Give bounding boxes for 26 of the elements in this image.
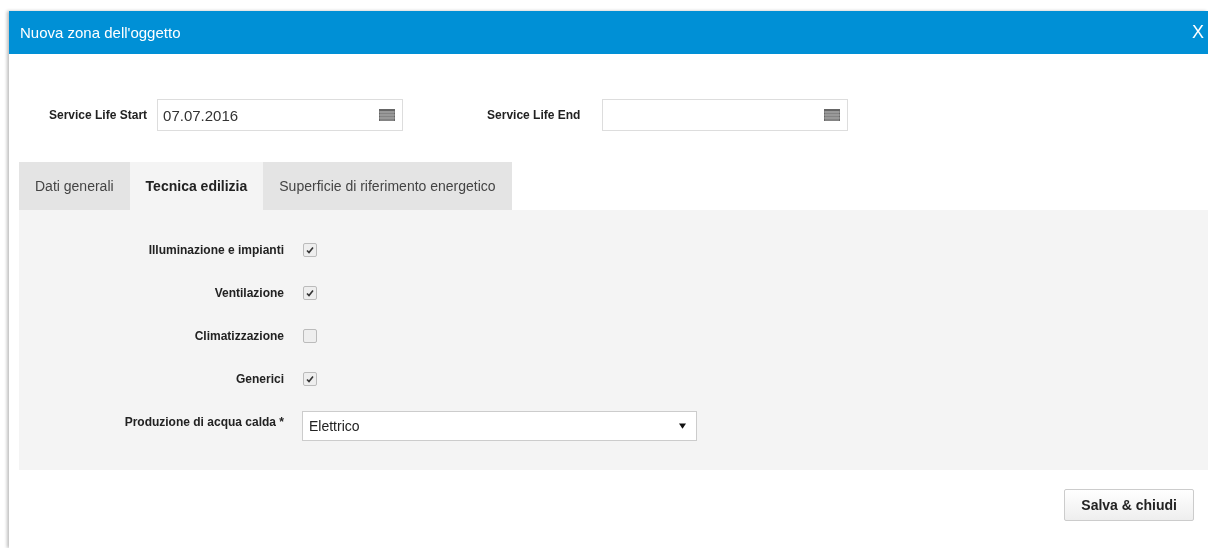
field-label: Illuminazione e impianti [147,242,284,257]
tab[interactable]: Tecnica edilizia [129,162,264,210]
close-button[interactable]: X [1188,22,1208,43]
field-label: Ventilazione [213,285,284,300]
calendar-icon[interactable] [379,109,396,121]
checkmark-icon [305,244,315,255]
date-label: Service Life Start [49,108,148,122]
checkmark-icon [305,287,315,298]
date-field[interactable]: 07.07.2016 [157,99,404,131]
checkbox[interactable] [303,242,317,257]
dropdown[interactable]: Elettrico [302,410,697,441]
checkbox[interactable] [303,285,317,300]
field-label: Produzione di acqua calda * [123,414,284,429]
tab[interactable]: Dati generali [19,162,130,210]
checkmark-icon [305,373,315,384]
field-label: Climatizzazione [193,328,284,343]
save-button[interactable]: Salva & chiudi [1064,489,1194,521]
caret-icon [679,422,686,429]
tab[interactable]: Superficie di riferimento energetico [263,162,512,210]
date-field[interactable] [602,99,849,131]
date-label: Service Life End [487,108,581,122]
checkbox[interactable] [303,328,317,343]
field-label: Generici [234,371,284,386]
calendar-icon[interactable] [824,109,841,121]
checkbox[interactable] [303,371,317,386]
window-title: Nuova zona dell'oggetto [20,24,181,41]
